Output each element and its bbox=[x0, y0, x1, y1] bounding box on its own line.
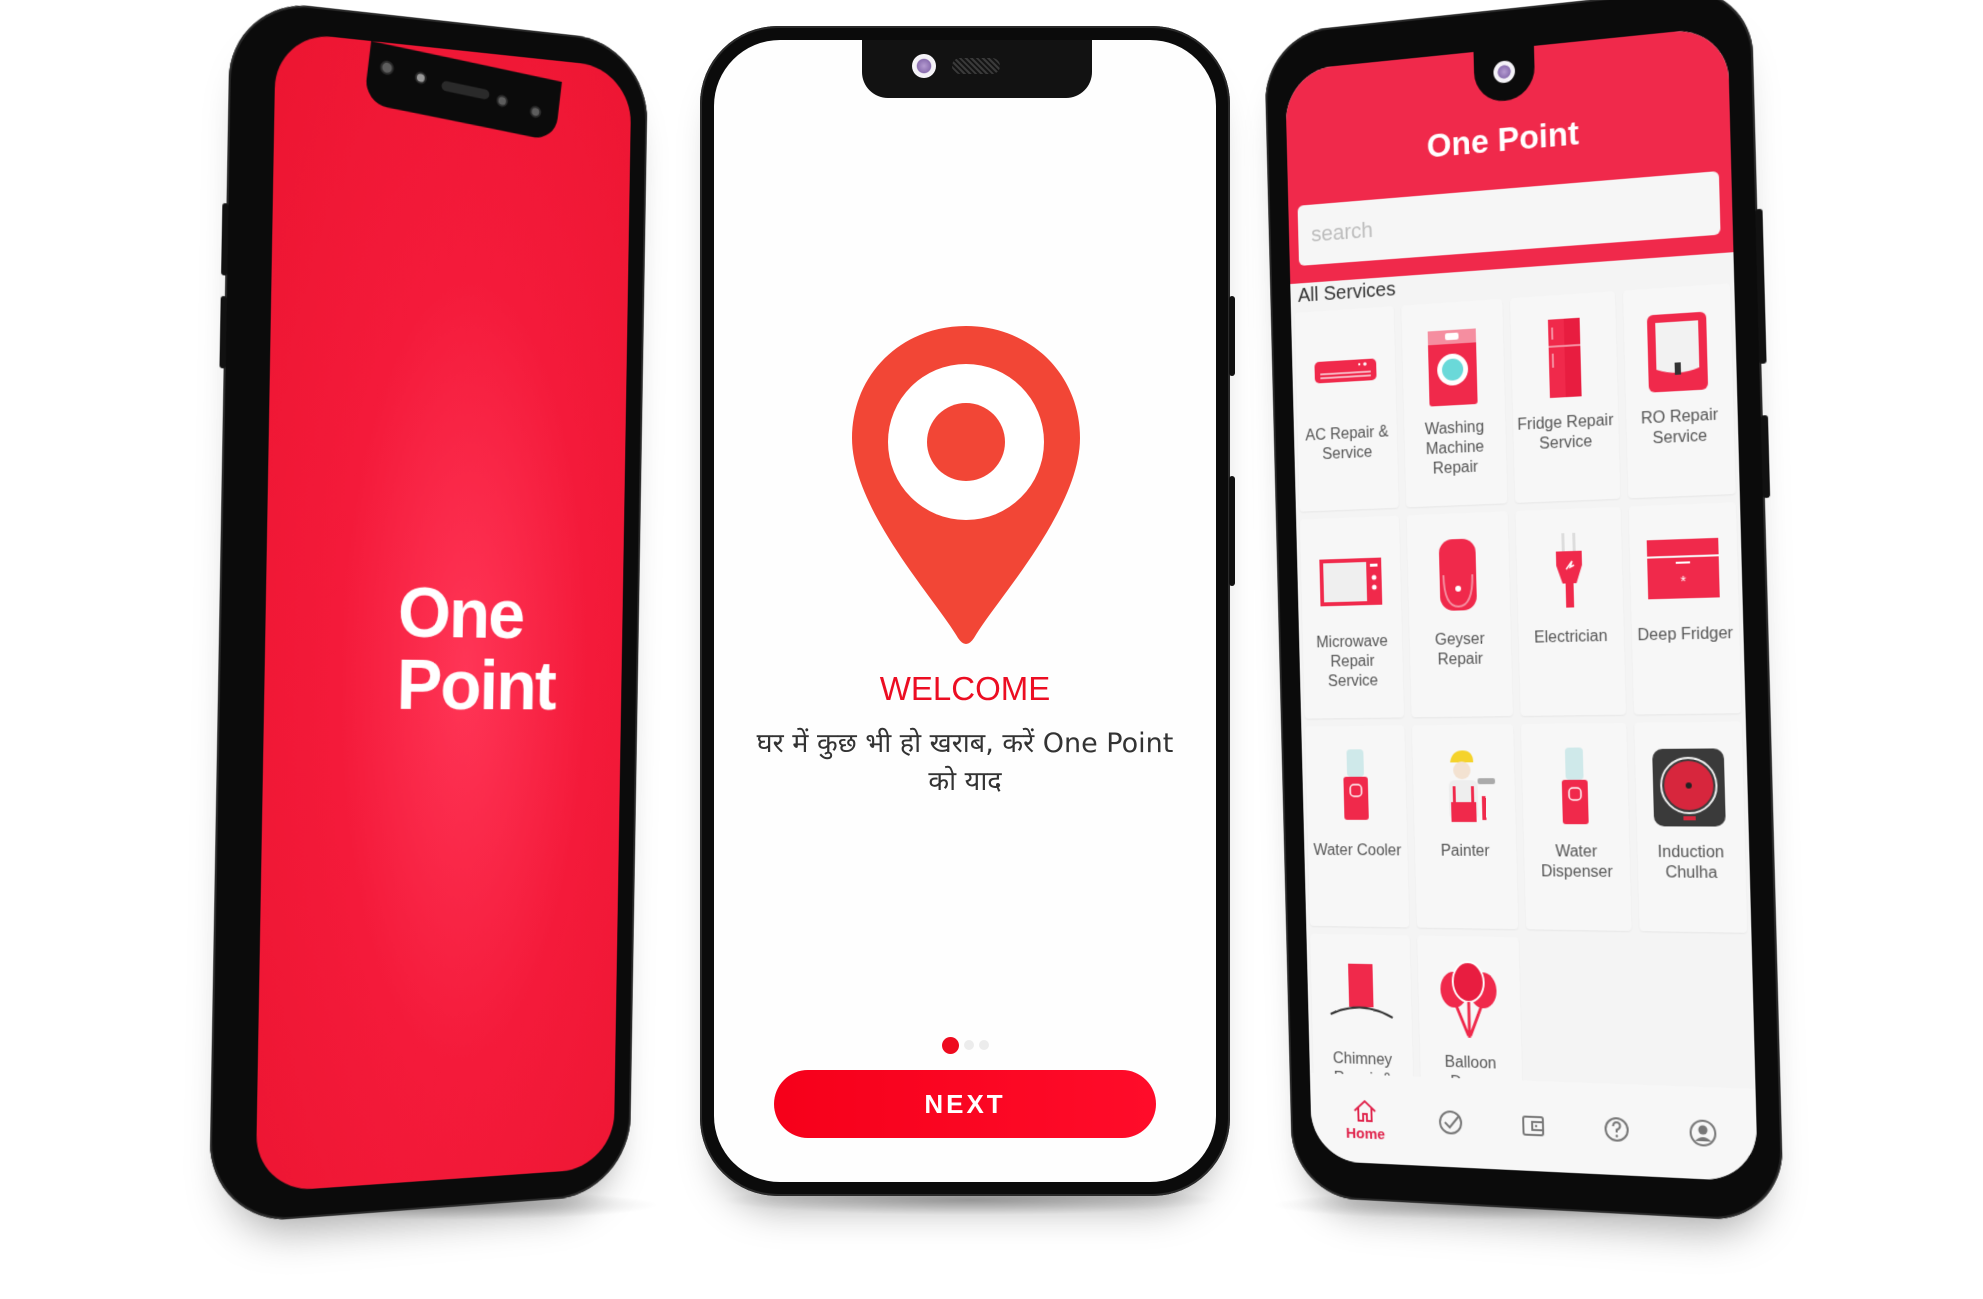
service-tile-deep-fridger[interactable]: * Deep Fridger bbox=[1628, 502, 1742, 715]
service-tile-electrician[interactable]: Electrician bbox=[1515, 506, 1626, 716]
app-title: One Point bbox=[1426, 114, 1580, 165]
camera-icon bbox=[414, 70, 428, 85]
service-label: Geyser Repair bbox=[1434, 630, 1485, 669]
welcome-phone: WELCOME घर में कुछ भी हो खराब, करें One … bbox=[700, 26, 1235, 1196]
electric-plug-icon bbox=[1555, 532, 1583, 608]
side-button bbox=[1229, 296, 1235, 376]
splash-phone: One Point bbox=[208, 0, 649, 1226]
page-dot-active[interactable] bbox=[941, 1037, 959, 1054]
service-tile-washing-machine[interactable]: Washing Machine Repair bbox=[1400, 298, 1508, 508]
splash-logo: One Point bbox=[396, 573, 556, 728]
induction-cooktop-icon bbox=[1652, 748, 1727, 827]
help-circle-icon bbox=[1601, 1114, 1632, 1146]
nav-label: Home bbox=[1345, 1124, 1386, 1143]
welcome-heading: WELCOME bbox=[879, 670, 1051, 707]
page-dot[interactable] bbox=[978, 1040, 989, 1050]
geyser-icon bbox=[1438, 538, 1495, 611]
service-label: Fridge Repair Service bbox=[1517, 411, 1614, 453]
painter-icon bbox=[1448, 750, 1496, 823]
app-header: One Point bbox=[1284, 26, 1734, 285]
sensor-icon bbox=[495, 93, 509, 108]
logo-line-1: One bbox=[397, 573, 524, 654]
bottom-navigation: Home bbox=[1309, 1072, 1758, 1182]
location-pin-icon bbox=[846, 320, 1086, 650]
balloons-icon bbox=[1440, 957, 1498, 1042]
microwave-icon bbox=[1319, 557, 1383, 607]
services-grid: AC Repair & Service Washing Machine Repa… bbox=[1294, 283, 1753, 1152]
service-tile-water-dispenser[interactable]: Water Dispenser bbox=[1520, 722, 1632, 931]
service-label: Electrician bbox=[1534, 627, 1608, 647]
splash-screen: One Point bbox=[255, 30, 632, 1193]
logo-line-2: Point bbox=[396, 645, 556, 725]
wallet-icon bbox=[1518, 1110, 1548, 1141]
volume-button bbox=[219, 295, 227, 369]
service-label: Water Dispenser bbox=[1540, 843, 1613, 882]
volume-button bbox=[221, 202, 229, 276]
nav-home[interactable]: Home bbox=[1345, 1095, 1385, 1143]
volume-button bbox=[1755, 208, 1767, 364]
ro-purifier-icon bbox=[1647, 311, 1709, 393]
home-screen: One Point All Services AC Repair & Servi… bbox=[1284, 26, 1758, 1182]
front-camera-icon bbox=[1493, 59, 1516, 84]
service-label: RO Repair Service bbox=[1640, 406, 1719, 448]
power-button bbox=[1760, 415, 1771, 499]
home-phone: One Point All Services AC Repair & Servi… bbox=[1263, 0, 1785, 1223]
nav-help[interactable] bbox=[1601, 1114, 1632, 1146]
service-tile-induction[interactable]: Induction Chulha bbox=[1633, 721, 1748, 933]
phone-notch bbox=[862, 40, 1092, 98]
power-button bbox=[1229, 476, 1235, 586]
speaker-grille bbox=[952, 58, 1000, 74]
phone-notch bbox=[363, 41, 562, 142]
welcome-tagline: घर में कुछ भी हो खराब, करें One Point को… bbox=[756, 728, 1174, 797]
deep-freezer-icon: * bbox=[1646, 537, 1721, 600]
water-dispenser-icon bbox=[1561, 747, 1589, 825]
service-label: Induction Chulha bbox=[1657, 843, 1725, 882]
teardrop-notch bbox=[1473, 41, 1536, 104]
service-tile-microwave[interactable]: Microwave Repair Service bbox=[1299, 515, 1404, 719]
service-label: Painter bbox=[1440, 842, 1490, 860]
service-label: AC Repair & Service bbox=[1305, 423, 1389, 464]
profile-icon bbox=[1687, 1117, 1719, 1149]
fridge-icon bbox=[1547, 317, 1582, 399]
sensor-icon bbox=[529, 104, 542, 119]
service-tile-water-cooler[interactable]: Water Cooler bbox=[1304, 725, 1409, 928]
page-dot[interactable] bbox=[963, 1040, 974, 1050]
service-tile-painter[interactable]: Painter bbox=[1411, 724, 1519, 930]
next-button[interactable]: NEXT bbox=[774, 1070, 1156, 1138]
washing-machine-icon bbox=[1427, 328, 1478, 407]
section-label: All Services bbox=[1297, 278, 1396, 307]
nav-profile[interactable] bbox=[1687, 1117, 1719, 1149]
chimney-icon bbox=[1325, 963, 1396, 1039]
nav-bookings[interactable] bbox=[1436, 1107, 1466, 1138]
service-label: Water Cooler bbox=[1313, 842, 1402, 860]
service-label: Washing Machine Repair bbox=[1424, 418, 1485, 478]
home-icon bbox=[1350, 1095, 1379, 1126]
service-tile-ac-repair[interactable]: AC Repair & Service bbox=[1294, 306, 1399, 512]
search-input[interactable] bbox=[1297, 171, 1721, 266]
nav-wallet[interactable] bbox=[1518, 1110, 1548, 1141]
welcome-screen: WELCOME घर में कुछ भी हो खराब, करें One … bbox=[714, 40, 1216, 1182]
speaker-grille bbox=[441, 80, 490, 101]
check-circle-icon bbox=[1436, 1107, 1466, 1138]
water-cooler-icon bbox=[1343, 749, 1369, 820]
service-tile-fridge[interactable]: Fridge Repair Service bbox=[1509, 291, 1620, 503]
air-conditioner-icon bbox=[1314, 358, 1377, 384]
front-camera-icon bbox=[912, 54, 936, 78]
service-tile-geyser[interactable]: Geyser Repair bbox=[1406, 511, 1513, 718]
sensor-icon bbox=[379, 59, 395, 77]
page-indicator bbox=[714, 1037, 1216, 1054]
service-label: Deep Fridger bbox=[1637, 624, 1734, 645]
service-label: Microwave Repair Service bbox=[1316, 633, 1389, 691]
service-tile-ro-repair[interactable]: RO Repair Service bbox=[1622, 283, 1736, 499]
